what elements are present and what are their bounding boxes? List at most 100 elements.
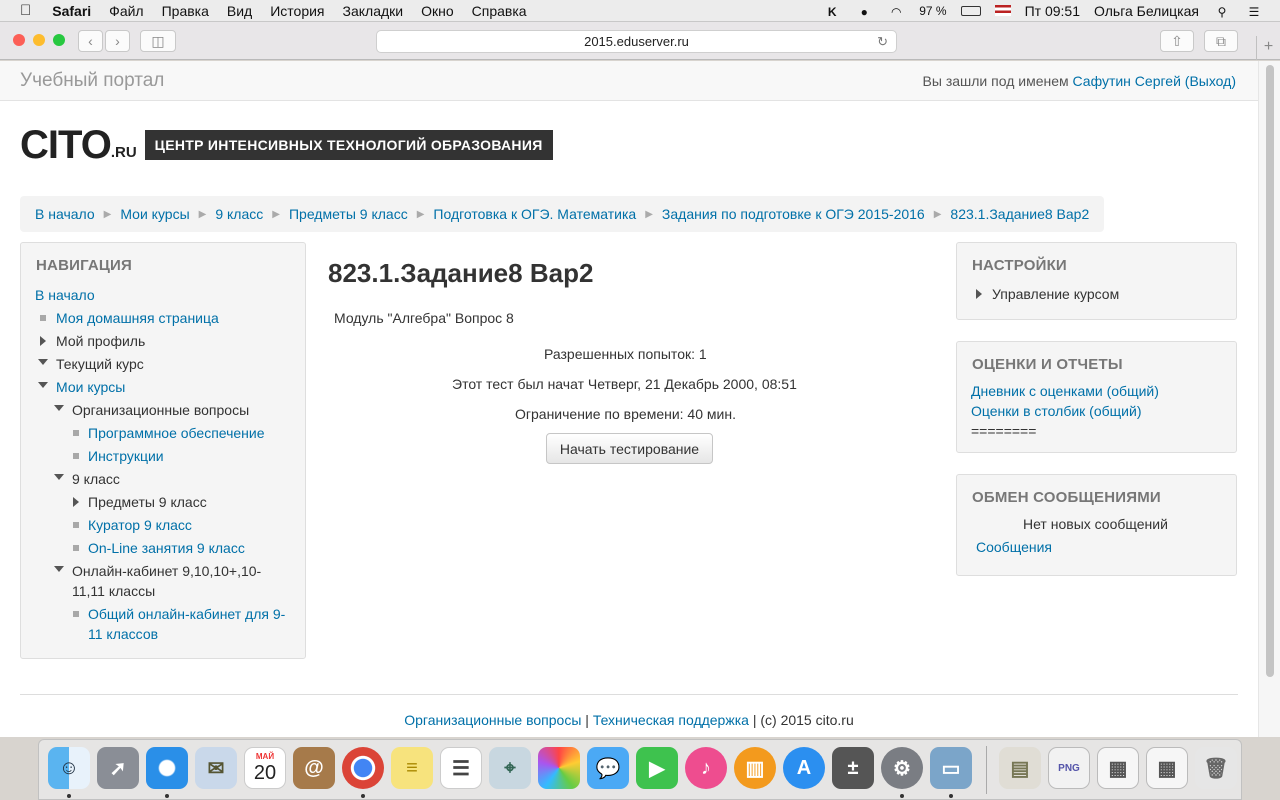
collapse-icon[interactable] — [54, 474, 64, 480]
menu-help[interactable]: Справка — [463, 3, 536, 19]
breadcrumb-my-courses[interactable]: Мои курсы — [120, 206, 189, 222]
itunes-icon[interactable]: ♪ — [685, 747, 727, 789]
new-tab-button[interactable]: + — [1256, 36, 1280, 60]
ibooks-icon[interactable]: ▥ — [734, 747, 776, 789]
mail-icon[interactable]: ✉ — [195, 747, 237, 789]
portal-title[interactable]: Учебный портал — [20, 70, 164, 92]
footer-support-link[interactable]: Техническая поддержка — [593, 712, 749, 728]
clock[interactable]: Пт 09:51 — [1018, 3, 1087, 19]
app-store-icon[interactable]: A — [783, 747, 825, 789]
breadcrumb-current[interactable]: 823.1.Задание8 Вар2 — [950, 206, 1089, 222]
reminders-icon[interactable]: ☰ — [440, 747, 482, 789]
trash-icon[interactable]: 🗑 — [1195, 747, 1237, 789]
battery-icon[interactable] — [954, 3, 988, 19]
collapse-icon[interactable] — [38, 359, 48, 365]
start-test-button[interactable]: Начать тестирование — [546, 433, 713, 464]
menu-window[interactable]: Окно — [412, 3, 463, 19]
safari-icon[interactable] — [146, 747, 188, 789]
collapse-icon[interactable] — [38, 382, 48, 388]
nav-grade9[interactable]: 9 класс — [72, 469, 120, 489]
grades-diary-link[interactable]: Дневник с оценками (общий) — [971, 381, 1159, 401]
tabs-overview-icon[interactable]: ⧉ — [1204, 30, 1238, 52]
calculator-icon[interactable]: ± — [832, 747, 874, 789]
nav-my-courses[interactable]: Мои курсы — [56, 377, 125, 397]
bullet-icon — [73, 522, 79, 528]
nav-my-home[interactable]: Моя домашняя страница — [56, 308, 219, 328]
back-button[interactable]: ‹ — [78, 30, 103, 52]
status-icon[interactable]: ● — [848, 3, 880, 19]
nav-subjects9[interactable]: Предметы 9 класс — [88, 492, 207, 512]
breadcrumb-subjects9[interactable]: Предметы 9 класс — [289, 206, 408, 222]
menu-file[interactable]: Файл — [100, 3, 152, 19]
address-bar[interactable]: 2015.eduserver.ru ↻ — [376, 30, 897, 53]
wifi-icon[interactable]: ◠ — [880, 3, 912, 19]
close-window-icon[interactable] — [13, 34, 25, 46]
nav-online9[interactable]: On-Line занятия 9 класс — [88, 538, 245, 558]
expand-icon[interactable] — [976, 289, 982, 299]
minimize-window-icon[interactable] — [33, 34, 45, 46]
menu-bookmarks[interactable]: Закладки — [334, 3, 413, 19]
notification-center-icon[interactable]: ☰ — [1238, 3, 1270, 19]
nav-my-profile[interactable]: Мой профиль — [56, 331, 145, 351]
collapse-icon[interactable] — [54, 566, 64, 572]
chrome-icon[interactable] — [342, 747, 384, 789]
nav-current-course[interactable]: Текущий курс — [56, 354, 144, 374]
footer-org-link[interactable]: Организационные вопросы — [404, 712, 581, 728]
menu-view[interactable]: Вид — [218, 3, 261, 19]
photos-icon[interactable] — [538, 747, 580, 789]
sidebar-toggle-icon[interactable]: ◫ — [140, 30, 176, 52]
stack-document-icon[interactable]: ▤ — [999, 747, 1041, 789]
maps-icon[interactable]: ⌖ — [489, 747, 531, 789]
nav-home[interactable]: В начало — [35, 285, 95, 305]
nav-org-questions[interactable]: Организационные вопросы — [72, 400, 249, 420]
nav-cabinet-line2[interactable]: 11,11 классы — [72, 581, 155, 601]
window-thumbnail-icon[interactable]: ▦ — [1146, 747, 1188, 789]
calendar-icon[interactable]: МАЙ 20 — [244, 747, 286, 789]
preview-icon[interactable]: ▭ — [930, 747, 972, 789]
messages-app-icon[interactable]: 💬 — [587, 747, 629, 789]
page-scrollbar[interactable] — [1258, 61, 1280, 737]
breadcrumb-grade9[interactable]: 9 класс — [215, 206, 263, 222]
nav-common-line1[interactable]: Общий онлайн-кабинет для 9- — [88, 604, 285, 624]
expand-icon[interactable] — [40, 336, 46, 346]
png-file-icon[interactable]: PNG — [1048, 747, 1090, 789]
user-link[interactable]: Сафутин Сергей — [1073, 73, 1181, 89]
breadcrumb-home[interactable]: В начало — [35, 206, 95, 222]
battery-percent[interactable]: 97 % — [912, 4, 953, 18]
nav-instructions[interactable]: Инструкции — [88, 446, 164, 466]
kaspersky-icon[interactable]: K — [816, 3, 848, 19]
settings-course-admin[interactable]: Управление курсом — [992, 284, 1119, 304]
nav-cabinet-line1[interactable]: Онлайн-кабинет 9,10,10+,10- — [72, 561, 261, 581]
scrollbar-thumb[interactable] — [1266, 65, 1274, 677]
notes-icon[interactable]: ≡ — [391, 747, 433, 789]
window-thumbnail-icon[interactable]: ▦ — [1097, 747, 1139, 789]
share-icon[interactable]: ⇧ — [1160, 30, 1194, 52]
web-page: Учебный портал Вы зашли под именем Сафут… — [0, 61, 1258, 737]
messages-link[interactable]: Сообщения — [976, 537, 1052, 557]
logout-link[interactable]: (Выход) — [1185, 73, 1236, 89]
zoom-window-icon[interactable] — [53, 34, 65, 46]
forward-button[interactable]: › — [105, 30, 130, 52]
menu-edit[interactable]: Правка — [153, 3, 218, 19]
collapse-icon[interactable] — [54, 405, 64, 411]
expand-icon[interactable] — [73, 497, 79, 507]
site-logo[interactable]: CITO .RU ЦЕНТР ИНТЕНСИВНЫХ ТЕХНОЛОГИЙ ОБ… — [20, 123, 553, 167]
nav-common-line2[interactable]: 11 классов — [88, 624, 158, 644]
nav-curator9[interactable]: Куратор 9 класс — [88, 515, 192, 535]
spotlight-icon[interactable]: ⚲ — [1206, 3, 1238, 19]
facetime-icon[interactable]: ▶ — [636, 747, 678, 789]
reload-icon[interactable]: ↻ — [877, 31, 888, 52]
menu-app-safari[interactable]: Safari — [43, 3, 100, 19]
system-preferences-icon[interactable]: ⚙ — [881, 747, 923, 789]
breadcrumb-oge-tasks[interactable]: Задания по подготовке к ОГЭ 2015-2016 — [662, 206, 925, 222]
nav-software[interactable]: Программное обеспечение — [88, 423, 265, 443]
apple-menu-icon[interactable]:  — [0, 2, 43, 19]
user-menu[interactable]: Ольга Белицкая — [1087, 3, 1206, 19]
menu-history[interactable]: История — [261, 3, 333, 19]
launchpad-icon[interactable]: ➚ — [97, 747, 139, 789]
flag-us-icon[interactable] — [988, 3, 1018, 19]
finder-icon[interactable]: ☺ — [48, 747, 90, 789]
breadcrumb-oge-math[interactable]: Подготовка к ОГЭ. Математика — [433, 206, 636, 222]
contacts-icon[interactable]: @ — [293, 747, 335, 789]
grades-column-link[interactable]: Оценки в столбик (общий) — [971, 401, 1141, 421]
